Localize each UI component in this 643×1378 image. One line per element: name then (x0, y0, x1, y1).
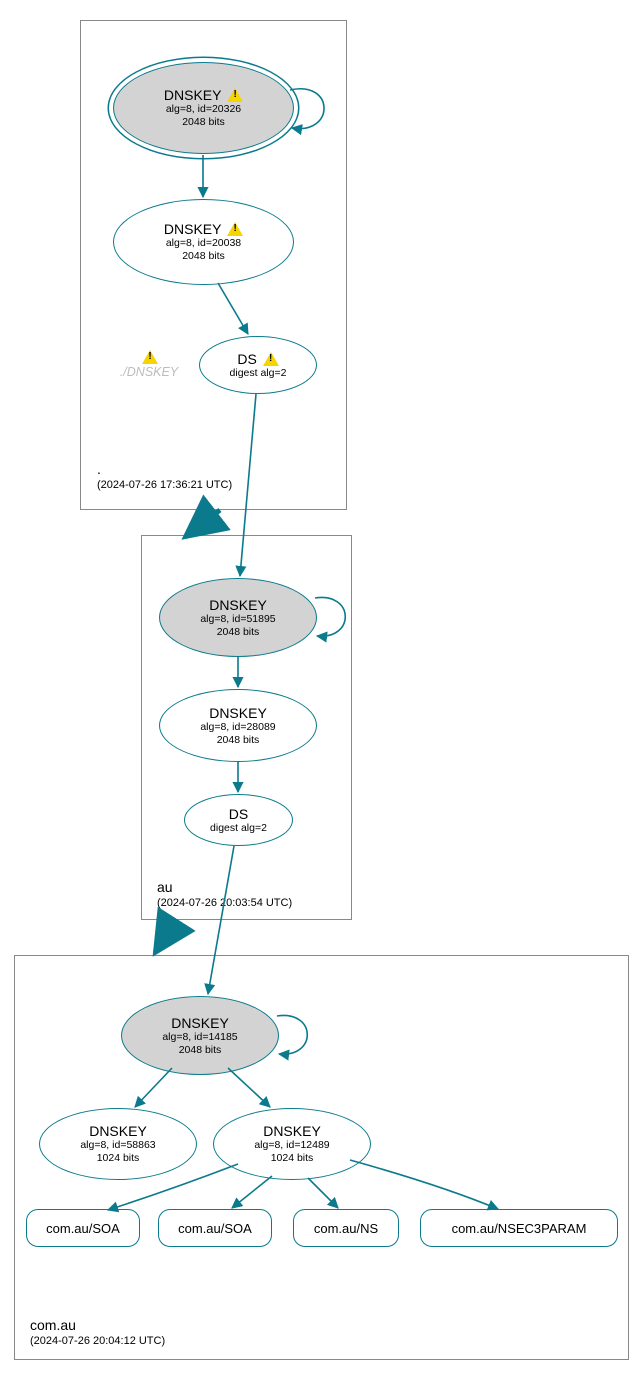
node-title: DNSKEY (89, 1123, 147, 1139)
node-sub2: 2048 bits (182, 116, 225, 129)
au-dnskey-ksk[interactable]: DNSKEY alg=8, id=51895 2048 bits (159, 578, 317, 657)
warning-icon (263, 352, 279, 366)
node-sub1: alg=8, id=12489 (254, 1139, 329, 1152)
comau-dnskey-ksk[interactable]: DNSKEY alg=8, id=14185 2048 bits (121, 996, 279, 1075)
node-title: DS (237, 351, 256, 367)
root-dnskey-ksk[interactable]: DNSKEY alg=8, id=20326 2048 bits (113, 62, 294, 154)
comau-dnskey-zsk-2[interactable]: DNSKEY alg=8, id=12489 1024 bits (213, 1108, 371, 1180)
node-title: DS (229, 806, 248, 822)
node-title: DNSKEY (263, 1123, 321, 1139)
zone-au-label: au (2024-07-26 20:03:54 UTC) (157, 878, 292, 910)
warning-icon (142, 350, 158, 364)
node-sub1: alg=8, id=20326 (166, 103, 241, 116)
node-sub2: 2048 bits (217, 626, 260, 639)
node-sub1: alg=8, id=51895 (200, 613, 275, 626)
node-sub2: 1024 bits (97, 1152, 140, 1165)
node-sub2: 1024 bits (271, 1152, 314, 1165)
node-sub2: 2048 bits (179, 1044, 222, 1057)
warning-icon (227, 88, 243, 102)
node-title: DNSKEY (209, 597, 267, 613)
root-ghost-dnskey: ./DNSKEY (109, 350, 189, 379)
zone-comau-label: com.au (2024-07-26 20:04:12 UTC) (30, 1316, 165, 1348)
node-sub1: alg=8, id=14185 (162, 1031, 237, 1044)
au-dnskey-zsk[interactable]: DNSKEY alg=8, id=28089 2048 bits (159, 689, 317, 762)
node-sub1: alg=8, id=20038 (166, 237, 241, 250)
au-ds[interactable]: DS digest alg=2 (184, 794, 293, 846)
node-sub1: alg=8, id=58863 (80, 1139, 155, 1152)
warning-icon (227, 222, 243, 236)
comau-rr-soa-2[interactable]: com.au/SOA (158, 1209, 272, 1247)
node-title: DNSKEY (164, 221, 221, 237)
node-title: DNSKEY (171, 1015, 229, 1031)
node-sub2: 2048 bits (217, 734, 260, 747)
comau-rr-ns[interactable]: com.au/NS (293, 1209, 399, 1247)
node-sub1: digest alg=2 (210, 822, 267, 835)
comau-dnskey-zsk-1[interactable]: DNSKEY alg=8, id=58863 1024 bits (39, 1108, 197, 1180)
root-ds[interactable]: DS digest alg=2 (199, 336, 317, 394)
node-title: DNSKEY (209, 705, 267, 721)
node-title: DNSKEY (164, 87, 221, 103)
comau-rr-soa-1[interactable]: com.au/SOA (26, 1209, 140, 1247)
node-sub1: digest alg=2 (230, 367, 287, 380)
zone-root-label: . (2024-07-26 17:36:21 UTC) (97, 460, 232, 492)
root-dnskey-zsk[interactable]: DNSKEY alg=8, id=20038 2048 bits (113, 199, 294, 285)
node-sub2: 2048 bits (182, 250, 225, 263)
comau-rr-nsec3param[interactable]: com.au/NSEC3PARAM (420, 1209, 618, 1247)
node-sub1: alg=8, id=28089 (200, 721, 275, 734)
